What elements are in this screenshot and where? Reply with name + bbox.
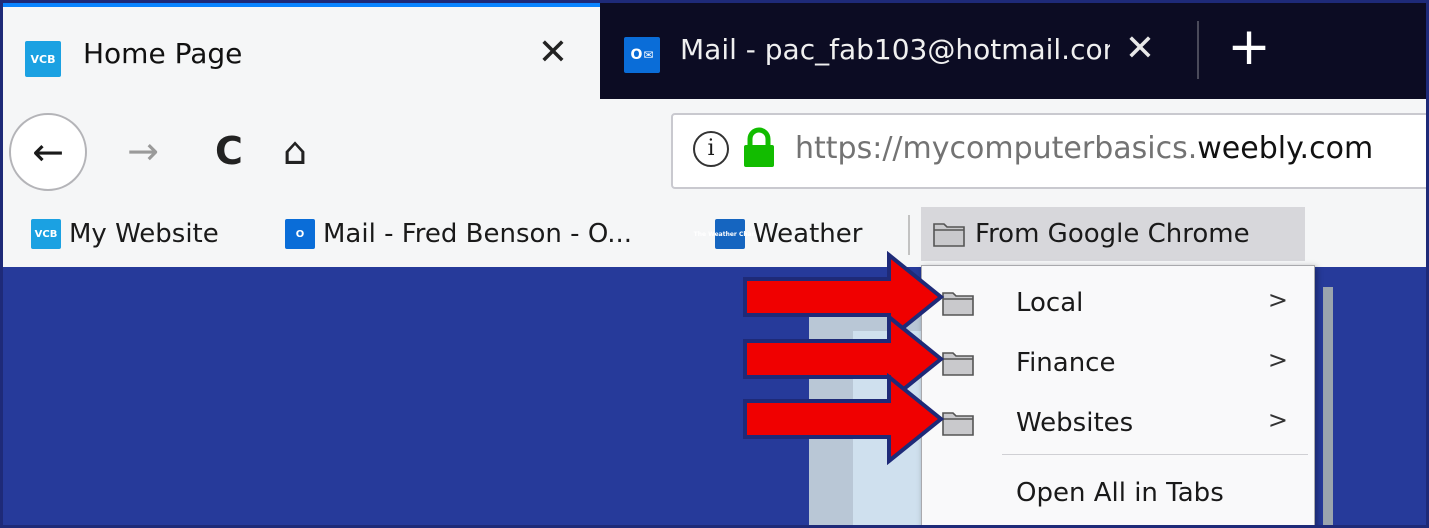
- weather-channel-favicon-icon: The Weather Channel: [694, 219, 766, 249]
- address-bar[interactable]: i https://mycomputerbasics.weebly.com: [671, 113, 1426, 189]
- url-text[interactable]: https://mycomputerbasics.weebly.com: [795, 131, 1373, 166]
- outlook-letter: O: [630, 47, 643, 63]
- close-tab-icon[interactable]: ✕: [1120, 29, 1160, 69]
- back-button[interactable]: ←: [9, 113, 87, 191]
- forward-arrow-icon: →: [127, 129, 159, 173]
- bookmark-my-website[interactable]: VCB My Website: [31, 209, 219, 259]
- bookmark-folder-menu: Local > Finance > Websites > Open All in…: [921, 265, 1315, 525]
- tab-title: Home Page: [83, 37, 243, 70]
- bookmark-label: My Website: [69, 219, 219, 249]
- bookmarks-toolbar: VCB My Website O Mail - Fred Benson - O.…: [3, 201, 1426, 267]
- outlook-favicon-icon: O: [285, 219, 315, 249]
- browser-window: VCB Home Page ✕ O ✉ Mail - pac_fab103@hot…: [0, 0, 1429, 528]
- url-prefix: https://mycomputerbasics.: [795, 131, 1198, 166]
- home-button[interactable]: ⌂: [273, 129, 317, 173]
- menu-item-finance[interactable]: Finance >: [922, 334, 1314, 392]
- menu-item-label: Websites: [1016, 408, 1134, 438]
- url-host: weebly.com: [1197, 131, 1374, 166]
- red-arrow-icon: [743, 373, 945, 465]
- tab-strip: VCB Home Page ✕ O ✉ Mail - pac_fab103@hot…: [3, 3, 1426, 99]
- menu-separator: [1002, 454, 1308, 455]
- reload-button[interactable]: C: [207, 129, 251, 173]
- bookmark-label: Weather: [753, 219, 863, 249]
- vcb-favicon-icon: VCB: [25, 41, 61, 77]
- close-tab-icon[interactable]: ✕: [533, 33, 573, 73]
- bookmark-mail[interactable]: O Mail - Fred Benson - O...: [285, 209, 632, 259]
- home-icon: ⌂: [282, 129, 308, 173]
- chevron-right-icon: >: [1267, 406, 1288, 434]
- back-arrow-icon: ←: [32, 130, 64, 174]
- menu-item-websites[interactable]: Websites >: [922, 394, 1314, 452]
- bookmark-folder-label: From Google Chrome: [975, 219, 1250, 249]
- navigation-toolbar: ← → C ⌂ i https://mycomputerbasics.weebl…: [3, 99, 1426, 201]
- bookmark-folder-from-google-chrome[interactable]: From Google Chrome: [921, 207, 1305, 261]
- vcb-favicon-icon: VCB: [31, 219, 61, 249]
- folder-icon: [933, 223, 965, 247]
- menu-item-label: Open All in Tabs: [1016, 478, 1224, 508]
- chevron-right-icon: >: [1267, 286, 1288, 314]
- tab-home-page[interactable]: VCB Home Page ✕: [3, 3, 600, 99]
- tab-divider: [1197, 21, 1199, 79]
- lock-icon[interactable]: [741, 127, 777, 169]
- site-info-icon[interactable]: i: [693, 131, 729, 167]
- reload-icon: C: [215, 129, 243, 173]
- page-edge: [1323, 287, 1333, 525]
- menu-item-label: Local: [1016, 288, 1084, 318]
- tab-mail[interactable]: O ✉ Mail - pac_fab103@hotmail.com ✕: [600, 3, 1200, 99]
- bookmark-label: Mail - Fred Benson - O...: [323, 219, 633, 249]
- new-tab-button[interactable]: +: [1225, 21, 1273, 73]
- chevron-right-icon: >: [1267, 346, 1288, 374]
- tab-title: Mail - pac_fab103@hotmail.com: [680, 33, 1110, 66]
- menu-item-label: Finance: [1016, 348, 1116, 378]
- forward-button[interactable]: →: [121, 129, 165, 173]
- menu-item-open-all-in-tabs[interactable]: Open All in Tabs: [922, 464, 1314, 522]
- outlook-favicon-icon: O ✉: [624, 37, 660, 73]
- menu-item-local[interactable]: Local >: [922, 274, 1314, 332]
- bookmark-separator: [908, 215, 910, 255]
